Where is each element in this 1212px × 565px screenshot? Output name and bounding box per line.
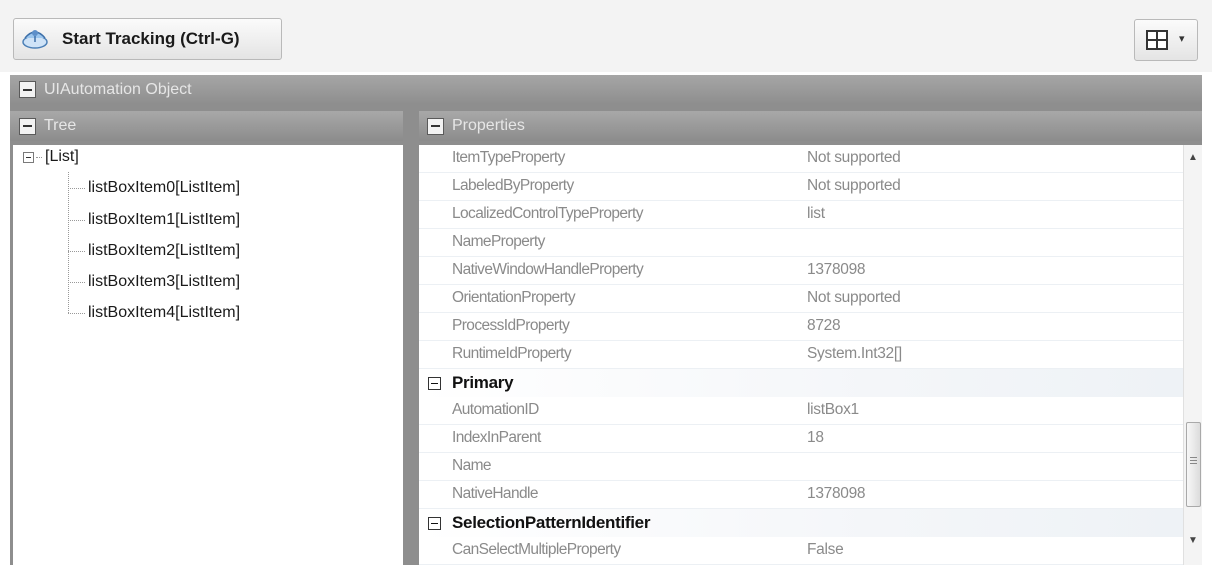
property-row[interactable]: AutomationID listBox1 — [419, 397, 1183, 425]
property-row[interactable]: NameProperty — [419, 229, 1183, 257]
tree-header[interactable]: Tree — [10, 111, 403, 141]
tree-root-node[interactable]: [List] — [23, 148, 79, 166]
property-row[interactable]: CanSelectMultipleProperty False — [419, 537, 1183, 565]
toolbar: Start Tracking (Ctrl-G) ▾ — [0, 0, 1212, 72]
start-tracking-label: Start Tracking (Ctrl-G) — [62, 29, 240, 48]
property-value: listBox1 — [807, 401, 859, 418]
tree-connector — [68, 281, 85, 283]
collapse-group-icon[interactable] — [428, 377, 441, 390]
tree-connector — [36, 156, 42, 158]
property-name: NativeWindowHandleProperty — [452, 261, 644, 278]
tree-item[interactable]: listBoxItem4[ListItem] — [68, 303, 240, 323]
property-name: CanSelectMultipleProperty — [452, 541, 621, 558]
properties-title: Properties — [452, 117, 525, 134]
main-frame: UIAutomation Object Tree Properties [Lis… — [10, 75, 1202, 565]
property-group-header[interactable]: Primary — [419, 369, 1183, 397]
collapse-icon[interactable] — [19, 117, 36, 135]
property-value: 8728 — [807, 317, 841, 334]
property-name: OrientationProperty — [452, 289, 576, 306]
tree-connector — [68, 312, 85, 314]
property-name: ProcessIdProperty — [452, 317, 570, 334]
property-value: Not supported — [807, 149, 901, 166]
property-row[interactable]: ItemTypeProperty Not supported — [419, 145, 1183, 173]
tree-item-label: listBoxItem3[ListItem] — [88, 273, 241, 290]
grip-icon — [1190, 457, 1197, 466]
tree-item[interactable]: listBoxItem0[ListItem] — [68, 178, 240, 198]
property-name: LabeledByProperty — [452, 177, 574, 194]
grid-layout-icon — [1146, 30, 1168, 50]
property-name: NameProperty — [452, 233, 545, 250]
property-group-name: SelectionPatternIdentifier — [452, 513, 651, 532]
tree-title: Tree — [44, 117, 77, 134]
property-name: LocalizedControlTypeProperty — [452, 205, 643, 222]
property-row[interactable]: OrientationProperty Not supported — [419, 285, 1183, 313]
property-group-header[interactable]: SelectionPatternIdentifier — [419, 509, 1183, 537]
property-value: System.Int32[] — [807, 345, 902, 362]
property-row[interactable]: Name — [419, 453, 1183, 481]
tree-root-label: [List] — [45, 148, 79, 165]
collapse-node-icon[interactable] — [23, 151, 34, 163]
scroll-up-arrow-icon[interactable]: ▲ — [1188, 152, 1198, 163]
scrollbar-thumb[interactable] — [1186, 422, 1201, 507]
scroll-down-arrow-icon[interactable]: ▼ — [1188, 535, 1198, 546]
property-row[interactable]: NativeHandle 1378098 — [419, 481, 1183, 509]
tree-item-label: listBoxItem0[ListItem] — [88, 179, 241, 196]
uiautomation-object-header[interactable]: UIAutomation Object — [10, 75, 1202, 104]
properties-grid[interactable]: ItemTypeProperty Not supported LabeledBy… — [419, 145, 1202, 565]
layout-dropdown-button[interactable]: ▾ — [1134, 19, 1198, 61]
properties-header[interactable]: Properties — [419, 111, 1202, 141]
tree-item[interactable]: listBoxItem1[ListItem] — [68, 210, 240, 230]
property-value: list — [807, 205, 825, 222]
tree-item-label: listBoxItem4[ListItem] — [88, 304, 241, 321]
property-row[interactable]: LabeledByProperty Not supported — [419, 173, 1183, 201]
tree-view[interactable]: [List] listBoxItem0[ListItem] listBoxIte… — [13, 145, 403, 565]
tree-connector — [68, 219, 85, 221]
property-value: False — [807, 541, 844, 558]
property-name: IndexInParent — [452, 429, 541, 446]
collapse-group-icon[interactable] — [428, 517, 441, 530]
property-name: Name — [452, 457, 492, 474]
property-row[interactable]: IndexInParent 18 — [419, 425, 1183, 453]
collapse-icon[interactable] — [19, 81, 36, 98]
start-tracking-button[interactable]: Start Tracking (Ctrl-G) — [13, 18, 282, 60]
property-row[interactable]: LocalizedControlTypeProperty list — [419, 201, 1183, 229]
tree-item[interactable]: listBoxItem2[ListItem] — [68, 241, 240, 261]
tree-item[interactable]: listBoxItem3[ListItem] — [68, 272, 240, 292]
property-group-name: Primary — [452, 373, 514, 392]
property-name: AutomationID — [452, 401, 539, 418]
property-value: 18 — [807, 429, 824, 446]
property-row[interactable]: ProcessIdProperty 8728 — [419, 313, 1183, 341]
tree-item-label: listBoxItem2[ListItem] — [88, 242, 241, 259]
property-value: 1378098 — [807, 485, 866, 502]
tree-connector — [68, 250, 85, 252]
property-row[interactable]: NativeWindowHandleProperty 1378098 — [419, 257, 1183, 285]
tree-item-label: listBoxItem1[ListItem] — [88, 211, 241, 228]
chevron-down-icon: ▾ — [1179, 33, 1185, 45]
property-value: 1378098 — [807, 261, 866, 278]
vertical-scrollbar[interactable]: ▲ ▼ — [1183, 145, 1202, 565]
satellite-dish-icon — [22, 30, 48, 49]
property-row[interactable]: RuntimeIdProperty System.Int32[] — [419, 341, 1183, 369]
collapse-icon[interactable] — [427, 117, 444, 135]
uiautomation-object-title: UIAutomation Object — [44, 80, 192, 98]
property-value: Not supported — [807, 289, 901, 306]
tree-connector — [68, 187, 85, 189]
property-name: RuntimeIdProperty — [452, 345, 572, 362]
property-name: ItemTypeProperty — [452, 149, 565, 166]
property-name: NativeHandle — [452, 485, 538, 502]
property-value: Not supported — [807, 177, 901, 194]
